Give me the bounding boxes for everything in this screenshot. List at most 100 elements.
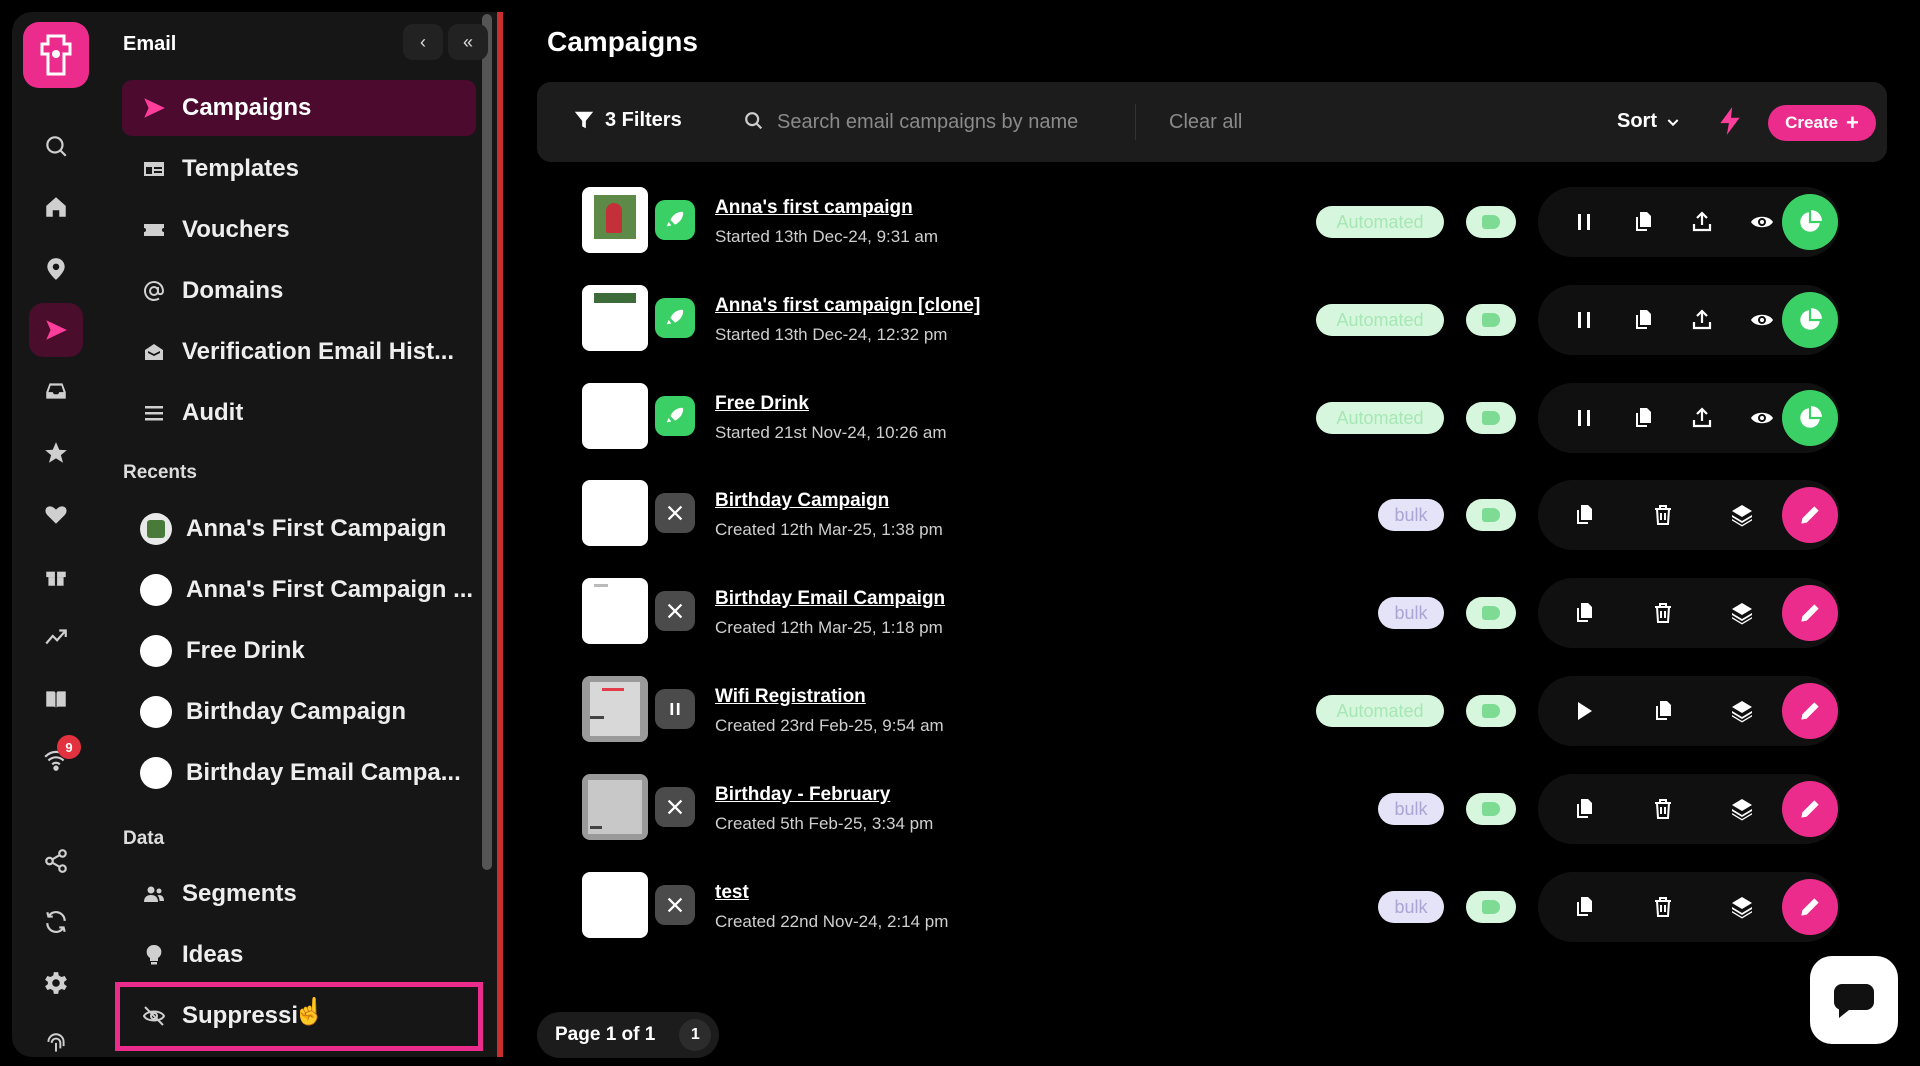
bolt-icon[interactable] [1717,106,1743,141]
share-icon[interactable] [29,834,83,888]
search-input[interactable] [777,102,1097,142]
tag-toggle[interactable] [1466,793,1516,825]
delete-button[interactable] [1645,595,1681,631]
campaign-row[interactable]: Wifi Registration Created 23rd Feb-25, 9… [580,672,1840,746]
tag-toggle[interactable] [1466,891,1516,923]
collapse-back-button[interactable]: ‹ [403,24,443,60]
layers-button[interactable] [1724,693,1760,729]
tag-toggle[interactable] [1466,402,1516,434]
campaign-row[interactable]: Free Drink Started 21st Nov-24, 10:26 am… [580,379,1840,453]
campaign-row[interactable]: Birthday - February Created 5th Feb-25, … [580,770,1840,844]
edit-button[interactable] [1782,585,1838,641]
page-number-button[interactable]: 1 [679,1019,712,1051]
campaign-row[interactable]: Anna's first campaign Started 13th Dec-2… [580,183,1840,257]
chat-button[interactable] [1810,956,1898,1044]
edit-button[interactable] [1782,487,1838,543]
sidebar-item-audit[interactable]: Audit [122,385,476,441]
sidebar-item-domains[interactable]: Domains [122,263,476,319]
stats-button[interactable] [1782,390,1838,446]
export-button[interactable] [1684,302,1720,338]
edit-button[interactable] [1782,683,1838,739]
recent-item[interactable]: Anna's First Campaign [122,501,476,557]
duplicate-button[interactable] [1566,791,1602,827]
campaign-name-link[interactable]: Wifi Registration [715,686,866,708]
book-icon[interactable] [29,672,83,726]
campaign-row[interactable]: test Created 22nd Nov-24, 2:14 pm bulk [580,868,1840,942]
delete-button[interactable] [1645,497,1681,533]
sort-dropdown[interactable]: Sort [1617,110,1681,133]
campaign-name-link[interactable]: Anna's first campaign [clone] [715,295,980,317]
clear-all-button[interactable]: Clear all [1169,111,1242,134]
campaign-name-link[interactable]: Birthday - February [715,784,890,806]
delete-button[interactable] [1645,791,1681,827]
heart-icon[interactable] [29,487,83,541]
sidebar-resize-edge[interactable] [497,12,503,1057]
sidebar-item-segments[interactable]: Segments [122,866,476,922]
campaign-name-link[interactable]: Birthday Campaign [715,490,889,512]
layers-button[interactable] [1724,497,1760,533]
recent-item[interactable]: Birthday Campaign [122,684,476,740]
duplicate-button[interactable] [1566,889,1602,925]
duplicate-button[interactable] [1566,595,1602,631]
trend-icon[interactable] [29,610,83,664]
layers-button[interactable] [1724,595,1760,631]
layers-button[interactable] [1724,889,1760,925]
sidebar-scrollbar[interactable] [482,14,492,870]
app-logo[interactable] [23,22,89,88]
stats-button[interactable] [1782,292,1838,348]
edit-button[interactable] [1782,879,1838,935]
tag-toggle[interactable] [1466,206,1516,238]
stats-button[interactable] [1782,194,1838,250]
search-icon[interactable] [29,119,83,173]
duplicate-button[interactable] [1645,693,1681,729]
export-button[interactable] [1684,204,1720,240]
gear-icon[interactable] [29,956,83,1010]
tag-toggle[interactable] [1466,499,1516,531]
duplicate-button[interactable] [1625,302,1661,338]
recent-item[interactable]: Free Drink [122,623,476,679]
send-icon[interactable] [29,303,83,357]
campaign-name-link[interactable]: Anna's first campaign [715,197,913,219]
fingerprint-icon[interactable] [29,1017,83,1066]
duplicate-button[interactable] [1625,204,1661,240]
campaign-row[interactable]: Birthday Email Campaign Created 12th Mar… [580,574,1840,648]
wifi-icon[interactable]: 9 [29,733,83,787]
edit-button[interactable] [1782,781,1838,837]
duplicate-button[interactable] [1625,400,1661,436]
tag-toggle[interactable] [1466,695,1516,727]
preview-button[interactable] [1744,400,1780,436]
sidebar-item-verification-email-history[interactable]: Verification Email Hist... [122,324,476,380]
sync-icon[interactable] [29,895,83,949]
layers-button[interactable] [1724,791,1760,827]
collapse-sidebar-button[interactable]: « [448,24,488,60]
sidebar-item-templates[interactable]: Templates [122,141,476,197]
campaign-name-link[interactable]: test [715,882,749,904]
pause-button[interactable] [1566,302,1602,338]
campaign-name-link[interactable]: Birthday Email Campaign [715,588,945,610]
campaign-name-link[interactable]: Free Drink [715,393,809,415]
sidebar-item-ideas[interactable]: Ideas [122,927,476,983]
export-button[interactable] [1684,400,1720,436]
campaign-row[interactable]: Birthday Campaign Created 12th Mar-25, 1… [580,476,1840,550]
campaign-row[interactable]: Anna's first campaign [clone] Started 13… [580,281,1840,355]
delete-button[interactable] [1645,889,1681,925]
recent-item[interactable]: Birthday Email Campa... [122,745,476,801]
resume-button[interactable] [1566,693,1602,729]
tag-toggle[interactable] [1466,597,1516,629]
inbox-icon[interactable] [29,364,83,418]
tag-toggle[interactable] [1466,304,1516,336]
duplicate-button[interactable] [1566,497,1602,533]
home-icon[interactable] [29,180,83,234]
filters-button[interactable]: 3 Filters [573,108,682,132]
recent-item[interactable]: Anna's First Campaign ... [122,562,476,618]
preview-button[interactable] [1744,204,1780,240]
location-icon[interactable] [29,242,83,296]
sidebar-item-campaigns[interactable]: Campaigns [122,80,476,136]
star-icon[interactable] [29,426,83,480]
gift-icon[interactable] [29,549,83,603]
preview-button[interactable] [1744,302,1780,338]
sidebar-item-vouchers[interactable]: Vouchers [122,202,476,258]
pause-button[interactable] [1566,204,1602,240]
create-button[interactable]: Create + [1768,105,1876,141]
pause-button[interactable] [1566,400,1602,436]
